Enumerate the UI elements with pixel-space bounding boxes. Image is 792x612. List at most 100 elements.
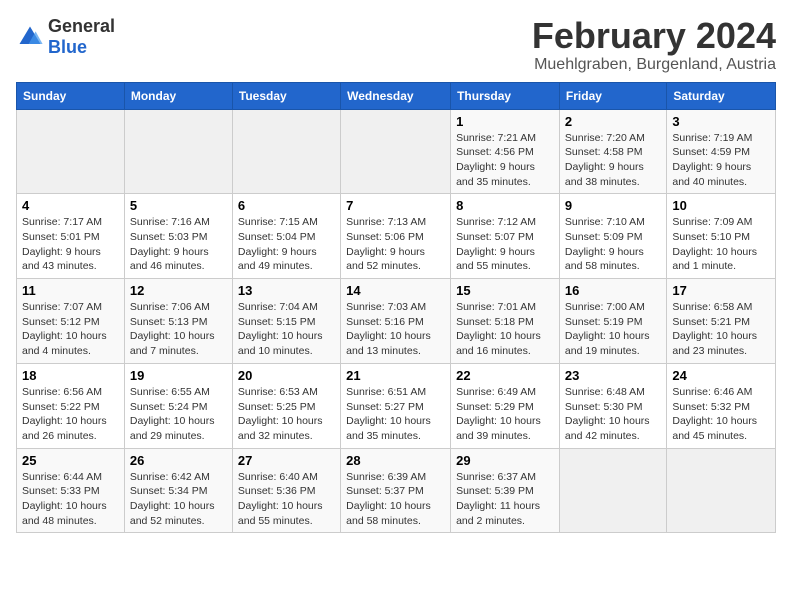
day-number: 5 [130,198,227,213]
day-info: Sunrise: 6:55 AM Sunset: 5:24 PM Dayligh… [130,385,227,444]
day-cell: 10Sunrise: 7:09 AM Sunset: 5:10 PM Dayli… [667,194,776,279]
day-cell [559,448,666,533]
day-number: 8 [456,198,554,213]
day-cell: 21 Sunrise: 6:51 AM Sunset: 5:27 PM Dayli… [341,363,451,448]
day-cell: 26Sunrise: 6:42 AM Sunset: 5:34 PM Dayli… [124,448,232,533]
day-cell: 13Sunrise: 7:04 AM Sunset: 5:15 PM Dayli… [232,279,340,364]
day-cell: 14Sunrise: 7:03 AM Sunset: 5:16 PM Dayli… [341,279,451,364]
header-cell-monday: Monday [124,82,232,109]
day-number: 22 [456,368,554,383]
day-info: Sunrise: 7:15 AM Sunset: 5:04 PM Dayligh… [238,215,335,274]
day-info: Sunrise: 7:06 AM Sunset: 5:13 PM Dayligh… [130,300,227,359]
day-info: Sunrise: 7:01 AM Sunset: 5:18 PM Dayligh… [456,300,554,359]
day-number: 26 [130,453,227,468]
day-cell: 3Sunrise: 7:19 AM Sunset: 4:59 PM Daylig… [667,109,776,194]
day-info: Sunrise: 7:19 AM Sunset: 4:59 PM Dayligh… [672,131,770,190]
day-cell: 5 Sunrise: 7:16 AM Sunset: 5:03 PM Daylig… [124,194,232,279]
header-cell-tuesday: Tuesday [232,82,340,109]
day-info: Sunrise: 6:39 AM Sunset: 5:37 PM Dayligh… [346,470,445,529]
day-info: Sunrise: 7:03 AM Sunset: 5:16 PM Dayligh… [346,300,445,359]
day-cell: 27Sunrise: 6:40 AM Sunset: 5:36 PM Dayli… [232,448,340,533]
day-cell: 12 Sunrise: 7:06 AM Sunset: 5:13 PM Dayli… [124,279,232,364]
logo-blue: Blue [48,37,87,57]
day-number: 7 [346,198,445,213]
week-row-4: 18 Sunrise: 6:56 AM Sunset: 5:22 PM Dayli… [17,363,776,448]
day-info: Sunrise: 7:20 AM Sunset: 4:58 PM Dayligh… [565,131,661,190]
day-info: Sunrise: 7:04 AM Sunset: 5:15 PM Dayligh… [238,300,335,359]
day-cell: 2 Sunrise: 7:20 AM Sunset: 4:58 PM Daylig… [559,109,666,194]
day-number: 18 [22,368,119,383]
day-info: Sunrise: 6:46 AM Sunset: 5:32 PM Dayligh… [672,385,770,444]
day-number: 6 [238,198,335,213]
day-number: 20 [238,368,335,383]
header: General Blue February 2024 Muehlgraben, … [16,16,776,74]
day-info: Sunrise: 7:17 AM Sunset: 5:01 PM Dayligh… [22,215,119,274]
day-number: 24 [672,368,770,383]
day-info: Sunrise: 7:10 AM Sunset: 5:09 PM Dayligh… [565,215,661,274]
calendar-body: 1 Sunrise: 7:21 AM Sunset: 4:56 PM Daylig… [17,109,776,533]
main-title: February 2024 [532,16,776,56]
header-row: SundayMondayTuesdayWednesdayThursdayFrid… [17,82,776,109]
day-cell: 23 Sunrise: 6:48 AM Sunset: 5:30 PM Dayli… [559,363,666,448]
day-cell: 29 Sunrise: 6:37 AM Sunset: 5:39 PM Dayli… [451,448,560,533]
day-info: Sunrise: 6:49 AM Sunset: 5:29 PM Dayligh… [456,385,554,444]
day-info: Sunrise: 7:00 AM Sunset: 5:19 PM Dayligh… [565,300,661,359]
day-cell [232,109,340,194]
day-cell: 28 Sunrise: 6:39 AM Sunset: 5:37 PM Dayli… [341,448,451,533]
calendar-header: SundayMondayTuesdayWednesdayThursdayFrid… [17,82,776,109]
day-number: 28 [346,453,445,468]
day-info: Sunrise: 6:58 AM Sunset: 5:21 PM Dayligh… [672,300,770,359]
logo: General Blue [16,16,115,58]
day-number: 4 [22,198,119,213]
day-info: Sunrise: 7:21 AM Sunset: 4:56 PM Dayligh… [456,131,554,190]
day-number: 10 [672,198,770,213]
week-row-2: 4 Sunrise: 7:17 AM Sunset: 5:01 PM Daylig… [17,194,776,279]
day-number: 25 [22,453,119,468]
logo-icon [16,23,44,51]
day-cell: 7 Sunrise: 7:13 AM Sunset: 5:06 PM Daylig… [341,194,451,279]
day-cell: 25 Sunrise: 6:44 AM Sunset: 5:33 PM Dayli… [17,448,125,533]
day-info: Sunrise: 6:40 AM Sunset: 5:36 PM Dayligh… [238,470,335,529]
day-cell: 24 Sunrise: 6:46 AM Sunset: 5:32 PM Dayli… [667,363,776,448]
day-info: Sunrise: 6:56 AM Sunset: 5:22 PM Dayligh… [22,385,119,444]
header-cell-friday: Friday [559,82,666,109]
logo-general: General [48,16,115,36]
header-cell-sunday: Sunday [17,82,125,109]
day-number: 15 [456,283,554,298]
day-number: 11 [22,283,119,298]
day-info: Sunrise: 6:51 AM Sunset: 5:27 PM Dayligh… [346,385,445,444]
week-row-5: 25 Sunrise: 6:44 AM Sunset: 5:33 PM Dayli… [17,448,776,533]
day-info: Sunrise: 7:07 AM Sunset: 5:12 PM Dayligh… [22,300,119,359]
day-cell [341,109,451,194]
day-info: Sunrise: 7:13 AM Sunset: 5:06 PM Dayligh… [346,215,445,274]
day-cell: 17 Sunrise: 6:58 AM Sunset: 5:21 PM Dayli… [667,279,776,364]
day-cell: 11 Sunrise: 7:07 AM Sunset: 5:12 PM Dayli… [17,279,125,364]
day-number: 19 [130,368,227,383]
day-number: 17 [672,283,770,298]
week-row-1: 1 Sunrise: 7:21 AM Sunset: 4:56 PM Daylig… [17,109,776,194]
day-number: 1 [456,114,554,129]
day-info: Sunrise: 7:16 AM Sunset: 5:03 PM Dayligh… [130,215,227,274]
day-info: Sunrise: 6:44 AM Sunset: 5:33 PM Dayligh… [22,470,119,529]
day-number: 21 [346,368,445,383]
day-info: Sunrise: 6:48 AM Sunset: 5:30 PM Dayligh… [565,385,661,444]
header-cell-wednesday: Wednesday [341,82,451,109]
day-number: 16 [565,283,661,298]
day-number: 12 [130,283,227,298]
day-cell: 20 Sunrise: 6:53 AM Sunset: 5:25 PM Dayli… [232,363,340,448]
subtitle: Muehlgraben, Burgenland, Austria [532,56,776,74]
day-number: 2 [565,114,661,129]
day-info: Sunrise: 6:53 AM Sunset: 5:25 PM Dayligh… [238,385,335,444]
day-cell: 19 Sunrise: 6:55 AM Sunset: 5:24 PM Dayli… [124,363,232,448]
day-cell: 22 Sunrise: 6:49 AM Sunset: 5:29 PM Dayli… [451,363,560,448]
calendar-table: SundayMondayTuesdayWednesdayThursdayFrid… [16,82,776,534]
day-info: Sunrise: 6:37 AM Sunset: 5:39 PM Dayligh… [456,470,554,529]
header-cell-thursday: Thursday [451,82,560,109]
day-cell: 9Sunrise: 7:10 AM Sunset: 5:09 PM Daylig… [559,194,666,279]
day-number: 23 [565,368,661,383]
day-number: 29 [456,453,554,468]
day-cell: 8Sunrise: 7:12 AM Sunset: 5:07 PM Daylig… [451,194,560,279]
week-row-3: 11 Sunrise: 7:07 AM Sunset: 5:12 PM Dayli… [17,279,776,364]
day-cell: 4 Sunrise: 7:17 AM Sunset: 5:01 PM Daylig… [17,194,125,279]
day-cell: 1 Sunrise: 7:21 AM Sunset: 4:56 PM Daylig… [451,109,560,194]
